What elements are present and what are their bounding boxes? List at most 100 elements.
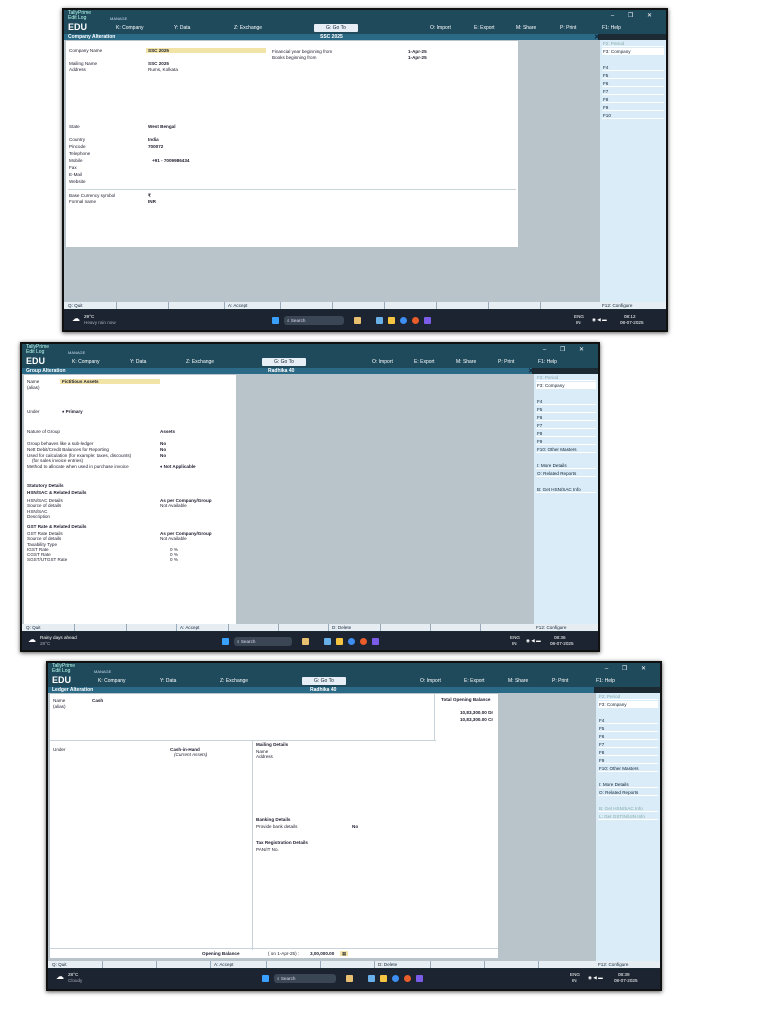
- menu-export[interactable]: E: Export: [464, 678, 485, 684]
- bank-value[interactable]: No: [352, 824, 358, 829]
- menu-goto[interactable]: G: Go To: [262, 358, 306, 366]
- menu-share[interactable]: M: Share: [456, 359, 476, 365]
- side-f5[interactable]: F5: [602, 72, 664, 79]
- menu-import[interactable]: O: Import: [430, 25, 451, 31]
- menu-print[interactable]: P: Print: [560, 25, 576, 31]
- currency-symbol-value[interactable]: ₹: [148, 193, 151, 198]
- side-f7[interactable]: F7: [598, 741, 658, 748]
- side-f4[interactable]: F4: [598, 717, 658, 724]
- quit-button[interactable]: Q: Quit: [68, 303, 83, 308]
- side-f10-other-masters[interactable]: F10: Other Masters: [536, 446, 596, 453]
- widget-icon[interactable]: [346, 975, 353, 982]
- formal-name-value[interactable]: INR: [148, 199, 156, 204]
- side-f2-period[interactable]: F2: Period: [602, 40, 664, 47]
- nature-value[interactable]: Assets: [160, 429, 175, 434]
- chrome-icon[interactable]: [404, 975, 411, 982]
- menu-data[interactable]: Y: Data: [130, 359, 146, 365]
- pincode-value[interactable]: 700072: [148, 144, 163, 149]
- start-icon[interactable]: [272, 317, 279, 324]
- mobile-value[interactable]: +91 - 7009986434: [152, 158, 189, 163]
- books-value[interactable]: 1-Apr-25: [408, 55, 427, 60]
- menu-share[interactable]: M: Share: [516, 25, 536, 31]
- side-f10-other-masters[interactable]: F10: Other Masters: [598, 765, 658, 772]
- subledger-value[interactable]: No: [160, 441, 166, 446]
- configure-button[interactable]: F12: Configure: [602, 303, 632, 308]
- explorer-icon[interactable]: [388, 317, 395, 324]
- menu-export[interactable]: E: Export: [474, 25, 495, 31]
- menu-help[interactable]: F1: Help: [602, 25, 621, 31]
- fy-value[interactable]: 1-Apr-25: [408, 49, 427, 54]
- side-f2-period[interactable]: F2: Period: [598, 693, 658, 700]
- edge-icon[interactable]: [348, 638, 355, 645]
- method-value[interactable]: ♦ Not Applicable: [160, 464, 196, 469]
- accept-button[interactable]: A: Accept: [180, 625, 199, 630]
- name-input[interactable]: Fictitious Assets: [60, 379, 160, 384]
- side-f2-period[interactable]: F2: Period: [536, 374, 596, 381]
- tally-icon[interactable]: [416, 975, 423, 982]
- side-more-details[interactable]: I: More Details: [536, 462, 596, 469]
- side-f7[interactable]: F7: [536, 422, 596, 429]
- configure-button[interactable]: F12: Configure: [536, 625, 566, 630]
- side-related-reports[interactable]: O: Related Reports: [536, 470, 596, 477]
- side-f3-company[interactable]: F3: Company: [602, 48, 664, 55]
- window-controls[interactable]: – ❐ ✕: [605, 665, 652, 672]
- calculator-icon[interactable]: ▦: [340, 951, 349, 956]
- quit-button[interactable]: Q: Quit: [26, 625, 41, 630]
- menu-import[interactable]: O: Import: [372, 359, 393, 365]
- side-f5[interactable]: F5: [598, 725, 658, 732]
- side-f6[interactable]: F6: [598, 733, 658, 740]
- calc-value[interactable]: No: [160, 453, 166, 458]
- window-controls[interactable]: – ❐ ✕: [611, 12, 658, 19]
- taskview-icon[interactable]: [376, 317, 383, 324]
- tally-icon[interactable]: [424, 317, 431, 324]
- mailing-name-value[interactable]: SSC 2025: [148, 61, 169, 66]
- widget-icon[interactable]: [354, 317, 361, 324]
- configure-button[interactable]: F12: Configure: [598, 962, 628, 967]
- delete-button[interactable]: D: Delete: [332, 625, 351, 630]
- side-related-reports[interactable]: O: Related Reports: [598, 789, 658, 796]
- edge-icon[interactable]: [400, 317, 407, 324]
- taskview-icon[interactable]: [368, 975, 375, 982]
- side-f7[interactable]: F7: [602, 88, 664, 95]
- menu-exchange[interactable]: Z: Exchange: [220, 678, 248, 684]
- side-f6[interactable]: F6: [536, 414, 596, 421]
- address-value[interactable]: Rums, Kolkata: [148, 67, 178, 72]
- start-icon[interactable]: [222, 638, 229, 645]
- side-get-hsn-info[interactable]: B: Get HSN/SAC Info: [536, 486, 596, 493]
- menu-company[interactable]: K: Company: [72, 359, 100, 365]
- company-name-input[interactable]: SSC 2025: [146, 48, 266, 53]
- side-f5[interactable]: F5: [536, 406, 596, 413]
- side-more-details[interactable]: I: More Details: [598, 781, 658, 788]
- side-get-hsn-info[interactable]: B: Get HSN/SAC Info: [598, 805, 658, 812]
- chrome-icon[interactable]: [412, 317, 419, 324]
- tally-icon[interactable]: [372, 638, 379, 645]
- country-value[interactable]: India: [148, 137, 159, 142]
- taskbar-search[interactable]: ⌕ Search: [284, 316, 344, 325]
- side-f6[interactable]: F6: [602, 80, 664, 87]
- menu-help[interactable]: F1: Help: [538, 359, 557, 365]
- side-f9[interactable]: F9: [598, 757, 658, 764]
- chrome-icon[interactable]: [360, 638, 367, 645]
- sgst-value[interactable]: 0 %: [170, 557, 178, 562]
- under-value[interactable]: ♦ Primary: [62, 409, 83, 414]
- net-value[interactable]: No: [160, 447, 166, 452]
- state-value[interactable]: West Bengal: [148, 124, 175, 129]
- menu-company[interactable]: K: Company: [98, 678, 126, 684]
- menu-exchange[interactable]: Z: Exchange: [234, 25, 262, 31]
- delete-button[interactable]: D: Delete: [378, 962, 397, 967]
- taskbar-search[interactable]: ⌕ Search: [234, 637, 292, 646]
- side-f10[interactable]: F10: [602, 112, 664, 119]
- side-f9[interactable]: F9: [602, 104, 664, 111]
- side-f9[interactable]: F9: [536, 438, 596, 445]
- side-get-gstin-info[interactable]: L: Get GSTIN/UIN Info: [598, 813, 658, 820]
- taskview-icon[interactable]: [324, 638, 331, 645]
- opening-value[interactable]: 3,00,000.00: [310, 951, 334, 956]
- menu-print[interactable]: P: Print: [552, 678, 568, 684]
- menu-goto[interactable]: G: Go To: [314, 24, 358, 32]
- menu-share[interactable]: M: Share: [508, 678, 528, 684]
- menu-goto[interactable]: G: Go To: [302, 677, 346, 685]
- side-f3-company[interactable]: F3: Company: [536, 382, 596, 389]
- menu-import[interactable]: O: Import: [420, 678, 441, 684]
- name-input[interactable]: Cash: [92, 698, 103, 703]
- start-icon[interactable]: [262, 975, 269, 982]
